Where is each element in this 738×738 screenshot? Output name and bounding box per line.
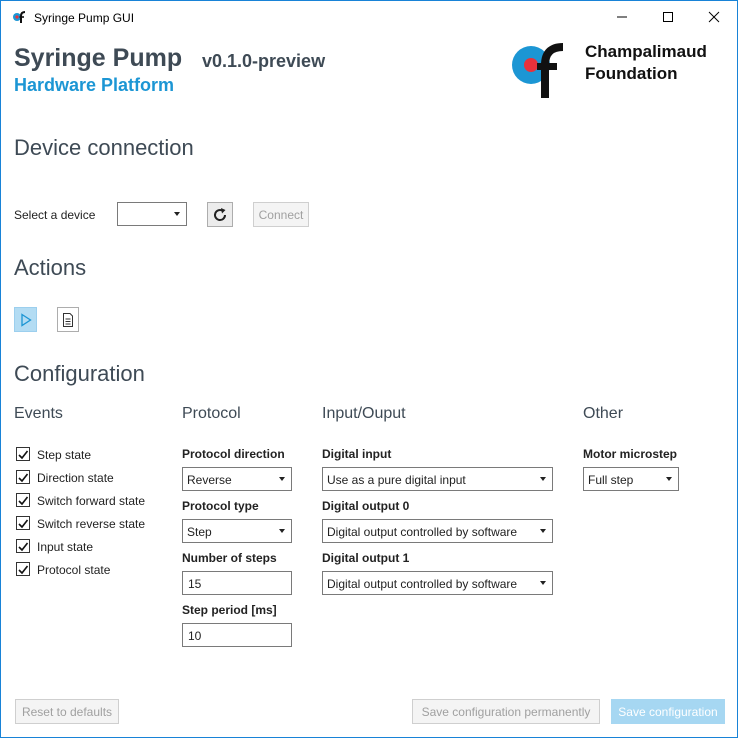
switch-forward-state-checkbox[interactable] [16,493,30,507]
checkmark-icon [18,450,29,460]
switch-reverse-state-checkbox[interactable] [16,516,30,530]
device-connection-heading: Device connection [14,135,194,160]
switch-reverse-state-label: Switch reverse state [37,517,146,531]
direction-state-checkbox[interactable] [16,470,30,484]
connect-button[interactable]: Connect [253,202,309,227]
checkmark-icon [18,496,29,506]
other-heading: Other [583,405,624,422]
input-state-label: Input state [37,540,94,554]
digital-input-select[interactable]: Use as a pure digital input [322,467,553,491]
select-device-label: Select a device [14,208,96,222]
checkmark-icon [18,542,29,552]
step-state-checkbox[interactable] [16,447,30,461]
app-window: Syringe Pump GUI Syringe Pump v0.1.0-pre… [0,0,738,738]
chevron-down-icon [540,477,546,481]
actions-heading: Actions [14,255,87,280]
app-logo-icon [13,11,26,23]
number-of-steps-label: Number of steps [182,551,277,565]
checkmark-icon [18,473,29,483]
chevron-down-icon [279,477,285,481]
protocol-state-label: Protocol state [37,563,111,577]
maximize-icon [663,12,673,22]
chevron-down-icon [540,581,546,585]
input-output-heading: Input/Ouput [322,405,406,422]
digital-output-1-label: Digital output 1 [322,551,410,565]
maximize-button[interactable] [645,1,691,33]
logo-text-line1: Champalimaud [585,42,707,61]
logo-text-line2: Foundation [585,64,678,83]
chevron-down-icon [279,529,285,533]
checkmark-icon [18,519,29,529]
step-period-label: Step period [ms] [182,603,277,617]
digital-output-1-select[interactable]: Digital output controlled by software [322,571,553,595]
window-title: Syringe Pump GUI [34,11,135,25]
app-subtitle: Hardware Platform [14,75,175,95]
reset-to-defaults-button[interactable]: Reset to defaults [15,699,119,724]
motor-microstep-label: Motor microstep [583,447,678,461]
refresh-button[interactable] [207,202,233,227]
play-button[interactable] [14,307,37,332]
app-version: v0.1.0-preview [202,51,326,71]
digital-output-0-label: Digital output 0 [322,499,410,513]
number-of-steps-input[interactable]: 15 [182,571,292,595]
chevron-down-icon [540,529,546,533]
device-select[interactable] [117,202,187,226]
digital-output-0-select[interactable]: Digital output controlled by software [322,519,553,543]
protocol-type-label: Protocol type [182,499,259,513]
save-configuration-permanently-button[interactable]: Save configuration permanently [412,699,600,724]
title-bar[interactable]: Syringe Pump GUI [1,1,737,33]
close-button[interactable] [691,1,737,33]
protocol-state-checkbox[interactable] [16,562,30,576]
chevron-down-icon [174,212,180,216]
input-state-checkbox[interactable] [16,539,30,553]
play-icon [20,312,32,327]
save-configuration-button[interactable]: Save configuration [611,699,725,724]
events-heading: Events [14,405,63,422]
direction-state-label: Direction state [37,471,114,485]
app-title: Syringe Pump [14,44,183,72]
refresh-icon [214,207,227,221]
motor-microstep-select[interactable]: Full step [583,467,679,491]
switch-forward-state-label: Switch forward state [37,494,146,508]
protocol-type-select[interactable]: Step [182,519,292,543]
protocol-direction-select[interactable]: Reverse [182,467,292,491]
document-button[interactable] [57,307,79,332]
checkmark-icon [18,565,29,575]
step-state-label: Step state [37,448,92,462]
chevron-down-icon [666,477,672,481]
configuration-heading: Configuration [14,361,145,386]
protocol-heading: Protocol [182,405,241,422]
protocol-direction-label: Protocol direction [182,447,285,461]
minimize-icon [617,16,627,18]
digital-input-label: Digital input [322,447,392,461]
step-period-input[interactable]: 10 [182,623,292,647]
champalimaud-logo-icon [512,43,564,98]
document-icon [63,312,73,327]
minimize-button[interactable] [599,1,645,33]
close-icon [708,11,720,23]
